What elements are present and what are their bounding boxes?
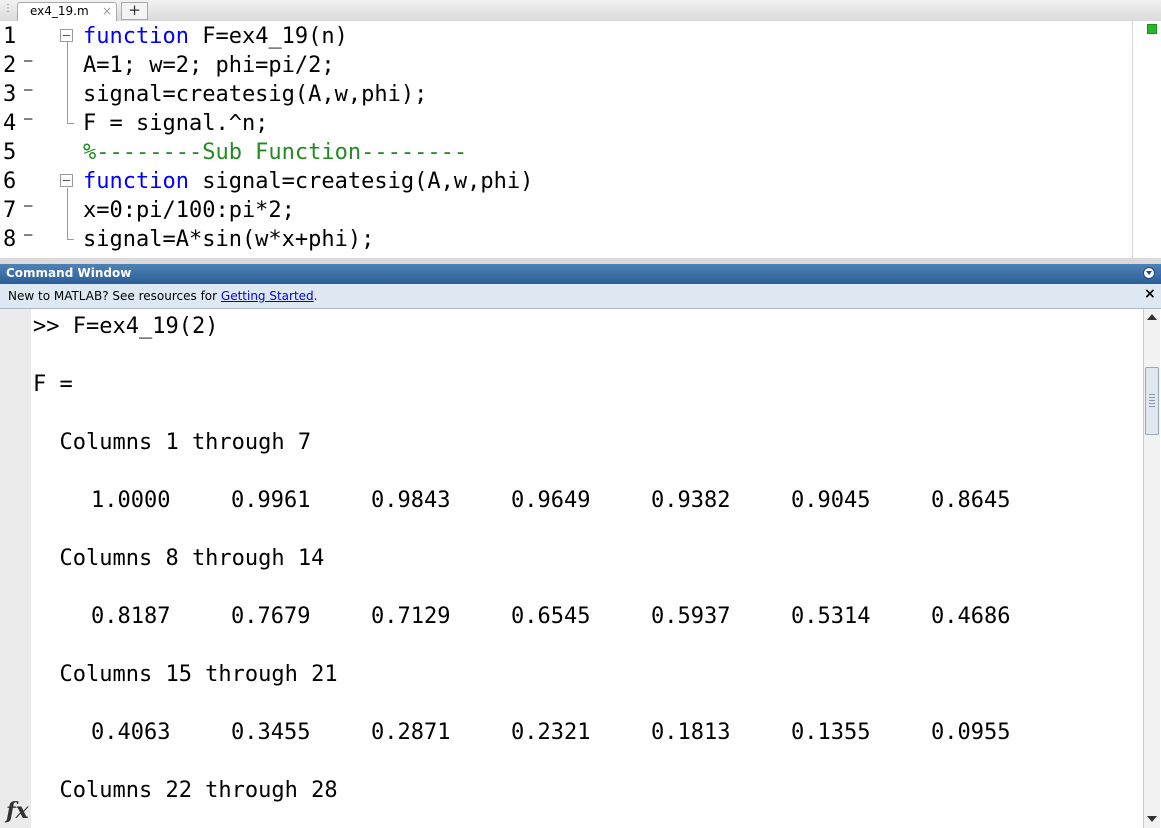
close-info-bar-icon[interactable]: × [1144,286,1156,302]
code-text: signal=createsig(A,w,phi); [83,80,427,109]
tab-grip-icon[interactable]: ⋮ [3,3,13,14]
output-value: 0.4063 [91,720,171,745]
command-window-titlebar: Command Window [0,264,1161,284]
editor-line[interactable]: 1 function F=ex4_19(n) [0,22,1130,51]
output-value: 0.7129 [371,604,451,629]
line-number: 5 [3,140,17,165]
fold-end-marker [67,109,74,124]
code-analyzer-status-icon[interactable] [1147,24,1157,34]
output-value: 0.9649 [511,488,591,513]
line-number: 1 [3,24,17,49]
columns-header: Columns 1 through 7 [33,430,312,455]
output-value: 0.3455 [231,720,311,745]
code-text: x=0:pi/100:pi*2; [83,196,295,225]
editor-line[interactable]: 3– signal=createsig(A,w,phi); [0,80,1130,109]
editor-scrollbar[interactable] [1132,21,1161,258]
code-token: F=ex4_19(n) [188,24,348,49]
tab-label: ex4_19.m [30,4,89,18]
line-number: 3 [3,82,17,107]
output-value: 0.5314 [791,604,871,629]
variable-name-line: F = [33,372,73,397]
output-value: 0.8645 [931,488,1011,513]
command-window-output[interactable]: >> F=ex4_19(2) F = Columns 1 through 7 1.… [0,309,1161,828]
columns-header: Columns 8 through 14 [33,546,325,571]
output-value: 0.1813 [651,720,731,745]
output-value: 0.2871 [371,720,451,745]
grip-icon [1149,394,1155,408]
breakpoint-marker[interactable]: – [24,53,32,69]
output-value: 0.6545 [511,604,591,629]
tab-ex4-19[interactable]: ex4_19.m × [17,2,117,21]
editor-line[interactable]: 5 %--------Sub Function-------- [0,138,1130,167]
info-message: New to MATLAB? See resources for [8,289,221,303]
code-token: signal=createsig(A,w,phi); [83,82,428,107]
code-text: function signal=createsig(A,w,phi) [83,167,533,196]
breakpoint-marker[interactable]: – [24,198,32,214]
comment-token: %--------Sub Function-------- [83,140,468,165]
code-text: signal=A*sin(w*x+phi); [83,225,374,254]
output-value: 0.9961 [231,488,311,513]
line-number: 4 [3,111,17,136]
editor-line[interactable]: 6 function signal=createsig(A,w,phi) [0,167,1130,196]
breakpoint-marker[interactable]: – [24,82,32,98]
line-number: 7 [3,198,17,223]
output-value: 0.7679 [231,604,311,629]
new-tab-button[interactable]: + [121,2,148,20]
code-fold-icon[interactable] [60,29,73,42]
info-bar: New to MATLAB? See resources for Getting… [0,284,1161,309]
code-token: x=0:pi/100:pi*2; [83,198,295,223]
command-window-title: Command Window [6,266,132,280]
output-value: 0.8187 [91,604,171,629]
keyword-token: function [83,24,189,49]
close-tab-icon[interactable]: × [102,4,112,18]
code-text: A=1; w=2; phi=pi/2; [83,51,335,80]
output-value: 0.4686 [931,604,1011,629]
line-number: 2 [3,53,17,78]
editor-line[interactable]: 7– x=0:pi/100:pi*2; [0,196,1130,225]
code-token: F = signal.^n; [83,111,269,136]
output-value: 0.2321 [511,720,591,745]
keyword-token: function [83,169,189,194]
code-text: F = signal.^n; [83,109,268,138]
line-number: 6 [3,169,17,194]
output-value: 1.0000 [91,488,171,513]
scroll-thumb[interactable] [1145,367,1159,435]
output-value: 0.0955 [931,720,1011,745]
code-editor[interactable]: 1 function F=ex4_19(n) 2– A=1; w=2; phi=pi/… [0,21,1161,258]
fold-guide [67,42,68,121]
output-value: 0.5937 [651,604,731,629]
info-suffix: . [313,289,318,303]
scroll-down-arrow-icon[interactable] [1147,816,1157,822]
output-value: 0.9843 [371,488,451,513]
editor-line[interactable]: 4– F = signal.^n; [0,109,1130,138]
command-window-scrollbar[interactable] [1143,309,1160,828]
code-text: function F=ex4_19(n) [83,22,348,51]
fold-end-marker [67,225,74,240]
getting-started-link[interactable]: Getting Started [221,289,314,303]
command-prompt-line: >> F=ex4_19(2) [33,314,219,339]
fold-guide [67,188,68,238]
code-text: %--------Sub Function-------- [83,138,467,167]
scroll-up-arrow-icon[interactable] [1147,314,1157,320]
code-token: signal=createsig(A,w,phi) [188,169,534,194]
output-value: 0.9045 [791,488,871,513]
code-fold-icon[interactable] [60,174,73,187]
columns-header: Columns 15 through 21 [33,662,338,687]
command-window-gutter [0,309,31,828]
breakpoint-marker[interactable]: – [24,111,32,127]
code-token: A=1; w=2; phi=pi/2; [83,53,335,78]
function-browser-icon[interactable]: fx [6,798,29,824]
editor-tab-bar: ⋮ ex4_19.m × + [0,0,1161,22]
editor-line[interactable]: 2– A=1; w=2; phi=pi/2; [0,51,1130,80]
breakpoint-marker[interactable]: – [24,227,32,243]
info-text: New to MATLAB? See resources for Getting… [8,289,318,303]
editor-line[interactable]: 8– signal=A*sin(w*x+phi); [0,225,1130,254]
output-value: 0.1355 [791,720,871,745]
panel-actions-icon[interactable] [1143,267,1155,279]
output-value: 0.9382 [651,488,731,513]
code-token: signal=A*sin(w*x+phi); [83,227,375,252]
line-number: 8 [3,227,17,252]
columns-header: Columns 22 through 28 [33,778,338,803]
